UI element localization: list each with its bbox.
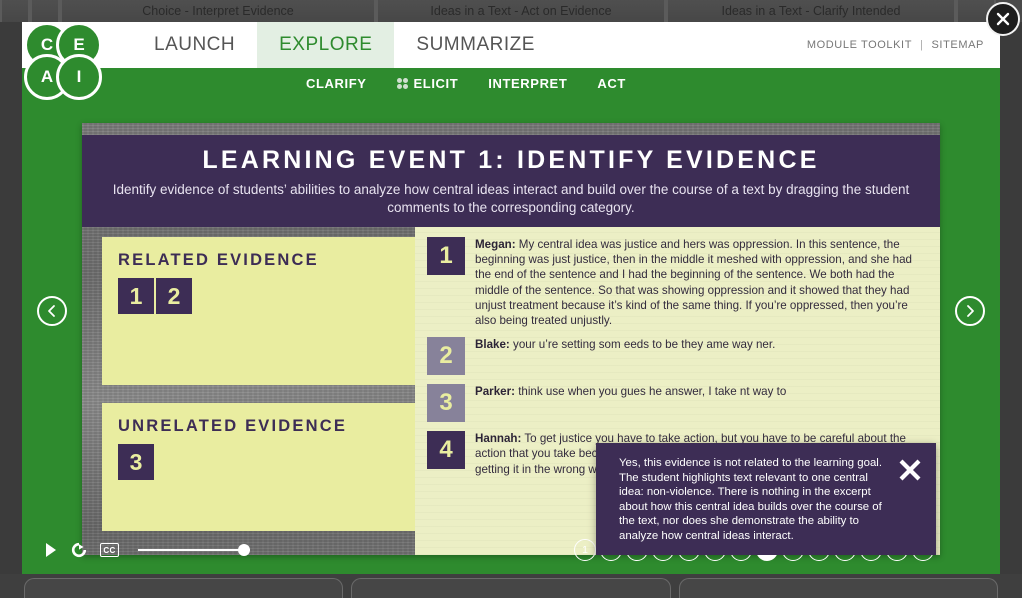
evidence-speaker: Parker: <box>475 385 515 398</box>
browser-tab[interactable]: Ideas in a Text - Clarify Intended <box>666 0 956 22</box>
playback-controls: CC <box>44 542 250 558</box>
replay-button[interactable] <box>71 542 87 558</box>
subnav-label-act: ACT <box>597 76 626 91</box>
evidence-number[interactable]: 1 <box>427 237 465 275</box>
slide-stage: LEARNING EVENT 1: IDENTIFY EVIDENCE Iden… <box>22 98 1000 574</box>
clover-icon <box>397 78 408 89</box>
subnav-item-act[interactable]: ACT <box>597 76 626 91</box>
volume-slider[interactable] <box>138 543 250 557</box>
close-icon <box>897 457 923 483</box>
ceai-logo[interactable]: C E A I <box>22 22 114 104</box>
chevron-right-icon <box>964 304 976 318</box>
browser-tab[interactable]: Choice - Interpret Evidence <box>60 0 376 22</box>
dropzone-unrelated-evidence[interactable]: UNRELATED EVIDENCE 3 <box>102 403 432 531</box>
subnav-label-elicit: ELICIT <box>414 76 459 91</box>
utility-link-separator: | <box>920 39 923 51</box>
logo-petal-i: I <box>56 54 102 100</box>
primary-navbar: LAUNCH EXPLORE SUMMARIZE MODULE TOOLKIT … <box>22 22 1000 68</box>
subnav-label-clarify: CLARIFY <box>306 76 367 91</box>
evidence-speaker: Blake: <box>475 338 510 351</box>
chevron-left-icon <box>46 304 58 318</box>
close-icon <box>996 12 1010 26</box>
subnav-item-interpret[interactable]: INTERPRET <box>488 76 567 91</box>
browser-tab-pinned-2[interactable] <box>30 0 60 22</box>
browser-bottom-tabs <box>0 574 1022 598</box>
nav-item-summarize[interactable]: SUMMARIZE <box>394 22 557 68</box>
evidence-body: your u’re setting som eeds to be they am… <box>510 338 776 351</box>
evidence-number[interactable]: 3 <box>427 384 465 422</box>
secondary-navbar: CLARIFY ELICIT INTERPRET ACT <box>22 68 1000 98</box>
closed-captions-button[interactable]: CC <box>100 543 119 557</box>
browser-bottom-tab[interactable] <box>679 578 998 598</box>
utility-links: MODULE TOOLKIT | SITEMAP <box>807 22 1000 68</box>
dropzone-label-unrelated: UNRELATED EVIDENCE <box>118 417 416 436</box>
browser-tab[interactable]: Ideas in a Text - Act on Evidence <box>376 0 666 22</box>
evidence-number[interactable]: 4 <box>427 431 465 469</box>
nav-item-launch[interactable]: LAUNCH <box>132 22 257 68</box>
subnav-item-elicit[interactable]: ELICIT <box>397 76 459 91</box>
nav-item-explore[interactable]: EXPLORE <box>257 22 394 68</box>
evidence-number[interactable]: 2 <box>427 337 465 375</box>
subnav-item-clarify[interactable]: CLARIFY <box>306 76 367 91</box>
primary-nav-items: LAUNCH EXPLORE SUMMARIZE <box>132 22 557 68</box>
dropzone-label-related: RELATED EVIDENCE <box>118 251 416 270</box>
feedback-popup-close-button[interactable] <box>897 457 923 483</box>
next-slide-button[interactable] <box>955 296 985 326</box>
evidence-body: My central idea was justice and hers was… <box>475 238 912 327</box>
evidence-body: think use when you gues he answer, I tak… <box>515 385 786 398</box>
evidence-speaker: Megan: <box>475 238 516 251</box>
evidence-item[interactable]: 2 Blake: your u’re setting som eeds to b… <box>427 337 926 375</box>
slide-subtitle: Identify evidence of students’ abilities… <box>111 181 911 217</box>
slide-title: LEARNING EVENT 1: IDENTIFY EVIDENCE <box>202 146 819 175</box>
slide-header: LEARNING EVENT 1: IDENTIFY EVIDENCE Iden… <box>82 135 940 227</box>
browser-tabstrip: Choice - Interpret Evidence Ideas in a T… <box>0 0 1022 22</box>
evidence-speaker: Hannah: <box>475 432 521 445</box>
play-button[interactable] <box>44 542 58 558</box>
dropzone-related-evidence[interactable]: RELATED EVIDENCE 1 2 <box>102 237 432 385</box>
browser-tab-pinned-1[interactable] <box>0 0 30 22</box>
volume-slider-track <box>138 549 250 551</box>
evidence-chip[interactable]: 1 <box>118 278 154 314</box>
evidence-text: Megan: My central idea was justice and h… <box>475 237 926 328</box>
link-sitemap[interactable]: SITEMAP <box>932 39 985 51</box>
pager-dot-1[interactable]: 1 <box>574 539 596 561</box>
dropzone-column: RELATED EVIDENCE 1 2 UNRELATED EVIDENCE … <box>102 237 432 549</box>
evidence-text: Parker: think use when you gues he answe… <box>475 384 786 422</box>
replay-icon <box>71 542 87 558</box>
feedback-popup-text: Yes, this evidence is not related to the… <box>619 456 890 544</box>
dropzone-chips-unrelated: 3 <box>118 444 416 480</box>
evidence-item[interactable]: 3 Parker: think use when you gues he ans… <box>427 384 926 422</box>
module-window: LAUNCH EXPLORE SUMMARIZE MODULE TOOLKIT … <box>22 22 1000 574</box>
browser-bottom-tab[interactable] <box>24 578 343 598</box>
modal-close-button[interactable] <box>986 2 1020 36</box>
subnav-label-interpret: INTERPRET <box>488 76 567 91</box>
evidence-item[interactable]: 1 Megan: My central idea was justice and… <box>427 237 926 328</box>
evidence-text: Blake: your u’re setting som eeds to be … <box>475 337 775 375</box>
activity-slide: LEARNING EVENT 1: IDENTIFY EVIDENCE Iden… <box>82 123 940 555</box>
feedback-popup: Yes, this evidence is not related to the… <box>596 443 936 555</box>
prev-slide-button[interactable] <box>37 296 67 326</box>
play-icon <box>44 542 58 558</box>
dropzone-chips-related: 1 2 <box>118 278 416 314</box>
link-module-toolkit[interactable]: MODULE TOOLKIT <box>807 39 912 51</box>
volume-slider-knob[interactable] <box>238 544 250 556</box>
browser-bottom-tab[interactable] <box>351 578 670 598</box>
evidence-chip[interactable]: 2 <box>156 278 192 314</box>
evidence-chip[interactable]: 3 <box>118 444 154 480</box>
